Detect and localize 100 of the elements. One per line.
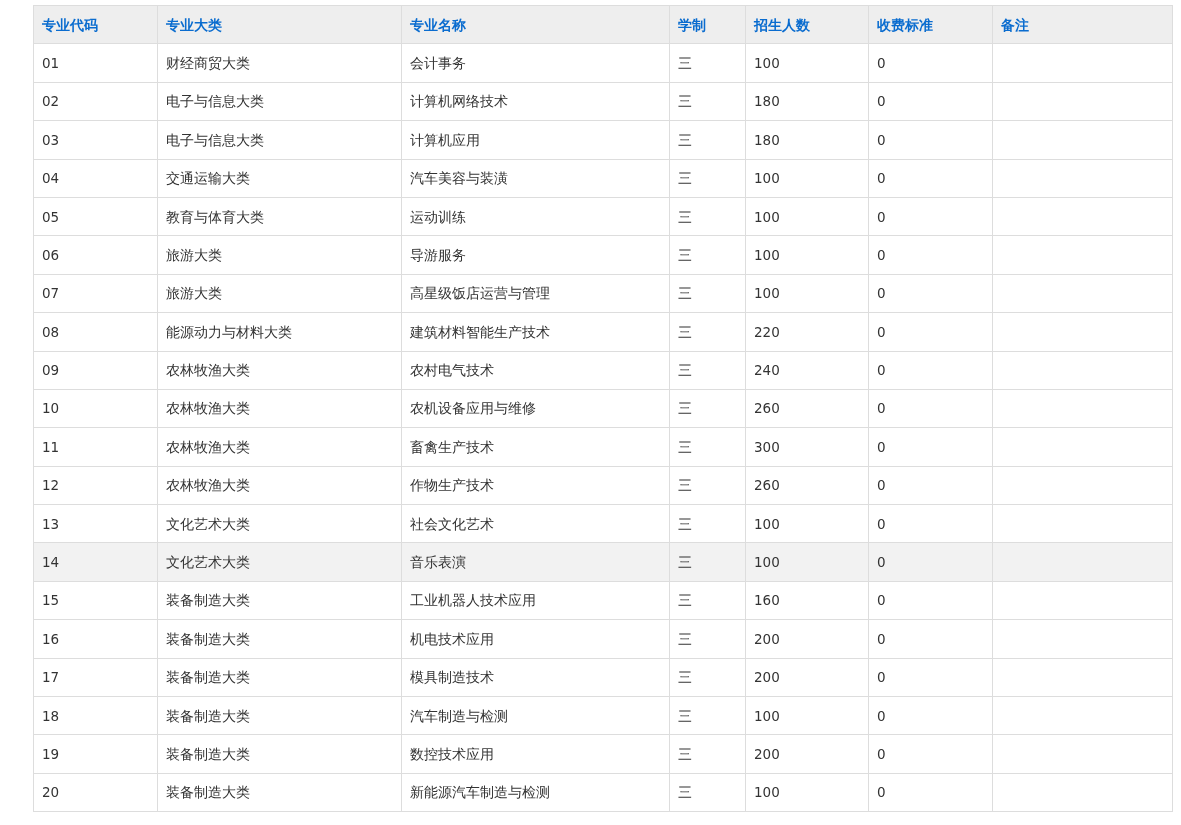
table-cell: 0 xyxy=(868,466,993,505)
table-cell: 0 xyxy=(868,696,993,735)
table-cell: 100 xyxy=(745,696,869,735)
table-cell: 农林牧渔大类 xyxy=(157,351,402,390)
table-cell: 三 xyxy=(669,734,746,774)
table-cell: 100 xyxy=(745,504,869,543)
table-cell: 三 xyxy=(669,274,746,313)
table-cell: 装备制造大类 xyxy=(157,619,402,659)
table-cell: 0 xyxy=(868,159,993,198)
table-cell: 教育与体育大类 xyxy=(157,197,402,236)
table-cell: 0 xyxy=(868,82,993,121)
table-cell: 260 xyxy=(745,389,869,428)
table-cell: 文化艺术大类 xyxy=(157,542,402,582)
table-cell: 100 xyxy=(745,197,869,236)
table-cell: 电子与信息大类 xyxy=(157,82,402,121)
table-cell: 18 xyxy=(33,696,158,735)
column-header: 招生人数 xyxy=(745,5,869,44)
table-cell: 数控技术应用 xyxy=(401,734,670,774)
column-header: 备注 xyxy=(992,5,1173,44)
table-cell: 0 xyxy=(868,120,993,160)
table-cell: 200 xyxy=(745,619,869,659)
table-cell: 农村电气技术 xyxy=(401,351,670,390)
table-cell: 0 xyxy=(868,427,993,467)
table-cell: 100 xyxy=(745,274,869,313)
table-cell: 01 xyxy=(33,43,158,83)
column-header: 收费标准 xyxy=(868,5,993,44)
table-cell: 0 xyxy=(868,389,993,428)
table-cell: 02 xyxy=(33,82,158,121)
table-cell: 15 xyxy=(33,581,158,620)
table-cell: 电子与信息大类 xyxy=(157,120,402,160)
table-cell: 三 xyxy=(669,658,746,697)
table-cell: 12 xyxy=(33,466,158,505)
table-cell: 音乐表演 xyxy=(401,542,670,582)
table-cell: 计算机网络技术 xyxy=(401,82,670,121)
column-header: 专业名称 xyxy=(401,5,670,44)
table-cell: 0 xyxy=(868,581,993,620)
table-cell: 旅游大类 xyxy=(157,235,402,275)
table-cell: 0 xyxy=(868,734,993,774)
table-cell: 会计事务 xyxy=(401,43,670,83)
table-cell: 100 xyxy=(745,159,869,198)
table-cell: 三 xyxy=(669,619,746,659)
table-cell: 220 xyxy=(745,312,869,351)
table-cell: 模具制造技术 xyxy=(401,658,670,697)
table-cell: 0 xyxy=(868,658,993,697)
table-cell: 汽车美容与装潢 xyxy=(401,159,670,198)
table-cell: 20 xyxy=(33,773,158,812)
table-cell: 0 xyxy=(868,542,993,582)
table-cell: 300 xyxy=(745,427,869,467)
table-cell: 05 xyxy=(33,197,158,236)
table-cell: 200 xyxy=(745,734,869,774)
table-cell: 汽车制造与检测 xyxy=(401,696,670,735)
table-cell: 运动训练 xyxy=(401,197,670,236)
table-cell: 计算机应用 xyxy=(401,120,670,160)
table-cell: 0 xyxy=(868,351,993,390)
table-cell: 10 xyxy=(33,389,158,428)
table-cell: 三 xyxy=(669,504,746,543)
table-cell: 0 xyxy=(868,43,993,83)
table-cell: 财经商贸大类 xyxy=(157,43,402,83)
table-cell: 三 xyxy=(669,389,746,428)
table-cell: 0 xyxy=(868,235,993,275)
table-cell: 0 xyxy=(868,773,993,812)
table-cell: 19 xyxy=(33,734,158,774)
table-cell: 装备制造大类 xyxy=(157,581,402,620)
table-cell: 17 xyxy=(33,658,158,697)
table-cell: 09 xyxy=(33,351,158,390)
table-cell: 工业机器人技术应用 xyxy=(401,581,670,620)
table-cell: 旅游大类 xyxy=(157,274,402,313)
table-cell: 0 xyxy=(868,274,993,313)
table-cell: 0 xyxy=(868,197,993,236)
table-cell: 畜禽生产技术 xyxy=(401,427,670,467)
table-cell: 农机设备应用与维修 xyxy=(401,389,670,428)
table-cell: 260 xyxy=(745,466,869,505)
table-cell: 交通运输大类 xyxy=(157,159,402,198)
table-cell: 三 xyxy=(669,235,746,275)
table-cell: 导游服务 xyxy=(401,235,670,275)
table-cell: 100 xyxy=(745,43,869,83)
table-cell: 文化艺术大类 xyxy=(157,504,402,543)
table-cell: 04 xyxy=(33,159,158,198)
table-cell: 建筑材料智能生产技术 xyxy=(401,312,670,351)
table-cell: 三 xyxy=(669,197,746,236)
table-cell: 180 xyxy=(745,120,869,160)
table-cell: 三 xyxy=(669,542,746,582)
table-cell: 06 xyxy=(33,235,158,275)
table-cell: 100 xyxy=(745,542,869,582)
table-cell: 11 xyxy=(33,427,158,467)
table-cell: 三 xyxy=(669,43,746,83)
table-cell: 三 xyxy=(669,581,746,620)
table-cell: 农林牧渔大类 xyxy=(157,389,402,428)
table-cell: 装备制造大类 xyxy=(157,658,402,697)
table-cell: 装备制造大类 xyxy=(157,773,402,812)
table-cell: 三 xyxy=(669,120,746,160)
table-cell: 180 xyxy=(745,82,869,121)
table-cell: 高星级饭店运营与管理 xyxy=(401,274,670,313)
column-header: 专业大类 xyxy=(157,5,402,44)
table-cell: 三 xyxy=(669,773,746,812)
table-cell: 14 xyxy=(33,542,158,582)
table-cell: 160 xyxy=(745,581,869,620)
table-cell: 三 xyxy=(669,82,746,121)
column-header: 学制 xyxy=(669,5,746,44)
table-cell: 0 xyxy=(868,619,993,659)
